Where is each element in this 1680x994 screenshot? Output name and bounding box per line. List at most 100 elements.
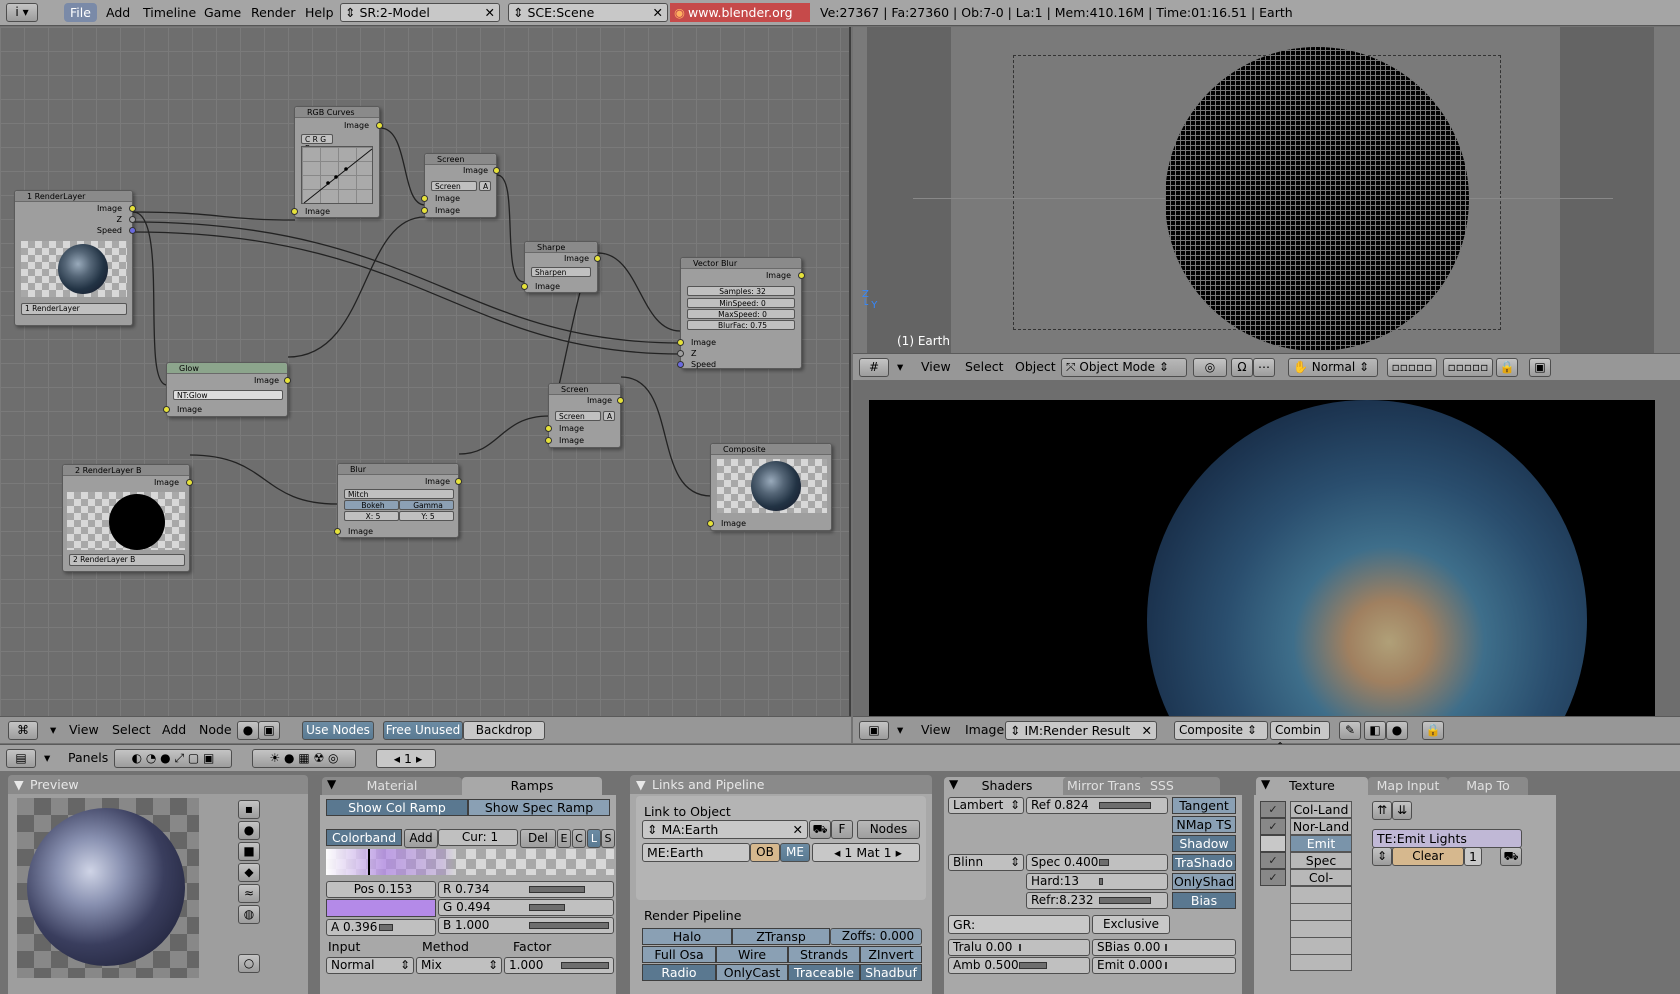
channel-nor-land[interactable]: Nor-Land [1290,818,1352,835]
render-result-image[interactable] [869,400,1655,716]
specular-shader-select[interactable]: Blinn ⇕ [948,854,1024,871]
input-socket[interactable] [677,350,684,357]
output-socket[interactable] [594,255,601,262]
tab-material[interactable]: Material [322,777,462,795]
menu-view[interactable]: View [921,722,951,737]
node-editor-canvas[interactable]: RGB Curves Image C R G B Image Screen Im… [0,27,851,716]
render-pass-select[interactable]: Combin ⇕ [1270,721,1330,754]
ramp-factor-slider[interactable]: 1.000 [504,957,614,974]
ramp-g-slider[interactable]: G 0.494 [438,899,614,916]
checkbox-empty[interactable] [1260,835,1286,852]
info-icon[interactable]: i ▾ [6,3,38,22]
3d-viewport[interactable]: Z └ Y (1) Earth [853,27,1680,353]
interp-linear-button[interactable]: L [587,829,601,848]
hard-slider[interactable]: Hard:13 [1026,873,1168,890]
menu-help[interactable]: Help [305,3,334,22]
earth-wireframe[interactable] [1165,47,1469,351]
menu-select[interactable]: Select [965,359,1004,374]
color-ramp-bar[interactable] [326,849,614,875]
exclusive-toggle[interactable]: Exclusive [1092,915,1170,934]
backdrop-toggle[interactable]: Backdrop [463,721,545,740]
shadow-toggle[interactable]: Shadow [1172,835,1236,852]
ref-slider[interactable]: Ref 0.824 [1026,797,1168,814]
channel-spec[interactable]: Spec [1290,852,1352,869]
menu-view[interactable]: View [921,359,951,374]
zoffs-field[interactable]: Zoffs: 0.000 [830,928,922,945]
tangent-v-toggle[interactable]: Tangent V [1172,797,1236,828]
minspeed-field[interactable]: MinSpeed: 0 [687,298,795,308]
input-socket[interactable] [421,207,428,214]
snap-icon[interactable]: ⋯ [1253,358,1275,377]
show-spec-ramp-toggle[interactable]: Show Spec Ramp [468,799,610,816]
preview-hair-icon[interactable]: ≈ [238,884,260,903]
tab-shaders[interactable]: Shaders [944,777,1070,795]
channel-emit-light[interactable]: Emit Light [1290,835,1352,866]
output-socket[interactable] [129,227,136,234]
links-panel-header[interactable]: ▼ Links and Pipeline [630,775,932,794]
input-socket[interactable] [163,406,170,413]
composite-nodes-icon[interactable]: ▣ [258,721,280,740]
fake-user-icon[interactable]: ⛟ [1500,847,1522,866]
tab-ramps[interactable]: Ramps [462,777,602,795]
menu-object[interactable]: Object [1015,359,1056,374]
strands-toggle[interactable]: Strands [788,946,860,963]
preview-monkey-icon[interactable]: ◆ [238,863,260,882]
colorband-toggle[interactable]: Colorband [326,829,402,846]
menu-add[interactable]: Add [162,722,186,737]
collapse-icon[interactable]: ▼ [14,775,24,794]
pivot-icon[interactable]: Ω [1231,358,1253,377]
empty-channel-slots[interactable] [1290,886,1352,971]
output-socket[interactable] [617,397,624,404]
refr-slider[interactable]: Refr:8.232 [1026,892,1168,909]
fake-user-icon[interactable]: ⛟ [809,820,831,839]
ramp-input-select[interactable]: Normal ⇕ [326,957,414,974]
bokeh-toggle[interactable]: Bokeh [344,500,399,510]
tab-map-to[interactable]: Map To [1448,777,1528,795]
editor-type-icon[interactable]: ⌘ [8,721,38,740]
input-socket[interactable] [707,520,714,527]
maxspeed-field[interactable]: MaxSpeed: 0 [687,309,795,319]
menu-file[interactable]: File [64,3,97,22]
alpha-toggle[interactable]: A [603,411,615,421]
bias-toggle[interactable]: Bias [1172,892,1236,909]
blur-x-field[interactable]: X: 5 [344,511,399,521]
material-index-field[interactable]: ◂ 1 Mat 1 ▸ [812,843,920,862]
context-icons[interactable]: ◐ ◔ ● ⤢ ▢ ▣ [114,749,232,768]
paste-icon[interactable]: ⇊ [1392,801,1412,820]
free-unused-toggle[interactable]: Free Unused [383,721,463,740]
filter-type-select[interactable]: Sharpen [531,267,591,277]
channel-col-land[interactable]: Col-Land [1290,801,1352,818]
radio-toggle[interactable]: Radio [642,964,716,981]
input-socket[interactable] [291,208,298,215]
ramp-r-slider[interactable]: R 0.734 [438,881,614,898]
tab-sss[interactable]: SSS [1140,777,1220,795]
ramp-pos-slider[interactable]: Pos 0.153 [326,881,436,898]
output-socket[interactable] [186,479,193,486]
nodetree-select[interactable]: NT:Glow [173,390,283,400]
blend-mode-select[interactable]: Screen [555,411,601,421]
checkbox-icon[interactable]: ✓ [1260,869,1286,886]
checkbox-icon[interactable]: ✓ [1260,818,1286,835]
close-icon[interactable]: ✕ [653,4,663,21]
layers-1-icon[interactable]: ▫▫▫▫▫ [1387,358,1437,377]
record-icon[interactable]: ● [1386,721,1408,740]
mesh-data-field[interactable]: ME:Earth [642,843,750,862]
tab-mirror-transp[interactable]: Mirror Transp [1063,777,1143,795]
panels-menu[interactable]: Panels [68,750,108,765]
collapse-icon[interactable]: ▼ [636,775,646,794]
node-sharpen[interactable]: Sharpe Image Sharpen Image [521,241,601,293]
interp-spline-button[interactable]: S [601,829,615,848]
menu-game[interactable]: Game [204,3,241,22]
input-socket[interactable] [521,283,528,290]
group-field[interactable]: GR: [948,915,1090,934]
collapse-icon[interactable]: ▾ [50,722,56,737]
preview-render-icon[interactable]: ○ [238,954,260,973]
interp-cardinal-button[interactable]: C [572,829,586,848]
ramp-add-button[interactable]: Add [404,829,438,848]
show-col-ramp-toggle[interactable]: Show Col Ramp [326,799,468,816]
lock-icon[interactable]: 🔒 [1422,721,1444,740]
input-socket[interactable] [334,528,341,535]
use-nodes-toggle[interactable]: Use Nodes [302,721,374,740]
close-icon[interactable]: ✕ [1142,722,1152,739]
preview-panel-header[interactable]: ▼ Preview [8,775,308,794]
